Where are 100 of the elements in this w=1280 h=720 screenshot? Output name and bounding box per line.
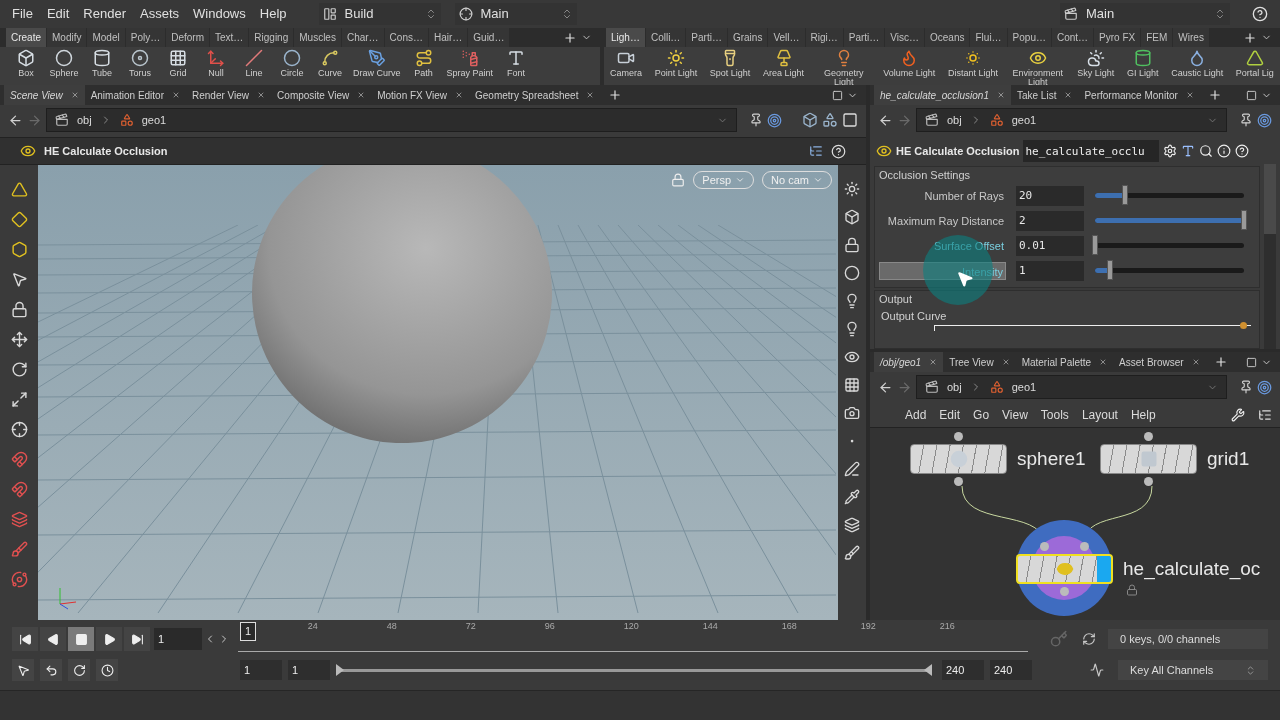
pin-icon[interactable] [1239, 380, 1253, 394]
shelf-tab[interactable]: Popu… [1007, 28, 1051, 47]
menu-item[interactable]: Tools [1040, 405, 1069, 424]
letter-t-icon[interactable] [1181, 144, 1196, 158]
shelf-tab[interactable]: Rigging [249, 28, 294, 47]
help-icon[interactable] [1235, 144, 1250, 158]
menu-item[interactable]: Edit [939, 405, 961, 424]
target-icon[interactable] [767, 112, 782, 128]
back-icon[interactable] [878, 112, 893, 128]
shelf-tool[interactable]: Tube [84, 49, 120, 78]
shelf-tab[interactable]: Rigi… [805, 28, 843, 47]
shelf-tab[interactable]: Grains [727, 28, 768, 47]
pin-icon[interactable] [749, 113, 763, 127]
refresh-icon[interactable] [1082, 632, 1096, 646]
context-dropdown[interactable]: Main [454, 3, 577, 25]
range-slider[interactable] [336, 663, 932, 677]
play-button[interactable] [96, 627, 122, 651]
path-segment[interactable]: geo1 [1011, 378, 1037, 396]
shelf-tool[interactable]: GI Light [1125, 49, 1161, 78]
menu-item[interactable]: Edit [46, 4, 70, 24]
shelf-tab[interactable]: Poly… [125, 28, 166, 47]
shelf-tool[interactable]: Distant Light [946, 49, 1001, 78]
add-tab-icon[interactable] [1207, 88, 1222, 102]
target-icon[interactable] [1257, 112, 1272, 128]
lock-icon[interactable] [10, 301, 28, 318]
slider-thumb[interactable] [1121, 185, 1128, 205]
cube-icon[interactable] [802, 112, 818, 128]
shelf-tool[interactable]: Spot Light [707, 49, 753, 78]
shelf-tool[interactable]: Curve [312, 49, 348, 78]
pane-tab[interactable]: Scene View [4, 85, 85, 105]
pane-layout-icon[interactable] [1246, 89, 1257, 101]
close-icon[interactable] [70, 91, 79, 99]
node-label[interactable]: sphere1 [1017, 449, 1086, 468]
lock-icon[interactable] [844, 237, 860, 253]
shelf-tab[interactable]: FEM [1141, 28, 1173, 47]
network-node[interactable] [910, 444, 1007, 474]
node-label[interactable]: grid1 [1207, 449, 1250, 468]
shelf-tool[interactable]: Grid [160, 49, 196, 78]
layers-icon[interactable] [844, 517, 860, 533]
path-segment[interactable]: obj [77, 111, 92, 129]
shelf-tab[interactable]: Hair… [428, 28, 468, 47]
pointer-icon[interactable] [10, 271, 28, 288]
close-icon[interactable] [1001, 358, 1010, 366]
desktop-dropdown[interactable]: Build [318, 3, 441, 25]
menu-item[interactable]: Add [905, 405, 927, 424]
pane-tab[interactable]: he_calculate_occlusion1 [874, 85, 1011, 105]
curve-icon[interactable] [1090, 663, 1104, 677]
shelf-tab[interactable]: Parti… [843, 28, 885, 47]
close-icon[interactable] [586, 91, 595, 99]
shelf-tab[interactable]: Visc… [885, 28, 924, 47]
key-mode-dropdown[interactable]: Key All Channels [1118, 660, 1268, 680]
parameter-label[interactable]: Surface Offset [879, 236, 1006, 255]
play-reverse-button[interactable] [40, 627, 66, 651]
shelf-tab[interactable]: Parti… [686, 28, 727, 47]
path-field[interactable]: obj geo1 [46, 108, 737, 132]
wrench-icon[interactable] [1231, 407, 1245, 422]
shelf-tool[interactable]: Line [236, 49, 272, 78]
menu-item[interactable]: Help [259, 4, 287, 24]
path-segment[interactable]: obj [947, 378, 962, 396]
diamond-icon[interactable] [10, 211, 28, 228]
range-start-field[interactable]: 1 [288, 660, 330, 680]
parameter-label[interactable]: Maximum Ray Distance [879, 211, 1006, 230]
shelf-tab[interactable]: Text… [209, 28, 249, 47]
bulb-icon[interactable] [844, 293, 860, 309]
eye-icon[interactable] [844, 349, 860, 365]
shelf-tab[interactable]: Colli… [645, 28, 686, 47]
shelf-tool[interactable]: Sphere [46, 49, 82, 78]
path-segment[interactable]: geo1 [141, 111, 167, 129]
shelf-tab[interactable]: Wires [1173, 28, 1209, 47]
menu-item[interactable]: Help [1130, 405, 1156, 424]
shelf-tool[interactable]: Null [198, 49, 234, 78]
grid-icon[interactable] [844, 377, 860, 393]
move-icon[interactable] [10, 331, 28, 348]
parameter-label[interactable]: Number of Rays [879, 186, 1006, 205]
frame-field[interactable]: 1 [154, 628, 202, 650]
slider-thumb[interactable] [1092, 235, 1098, 255]
shelf-tool[interactable]: Font [498, 49, 535, 78]
add-tab-icon[interactable] [1213, 355, 1228, 369]
parameter-field[interactable]: 2 [1016, 210, 1084, 231]
sun-icon[interactable] [844, 181, 860, 197]
slider-thumb[interactable] [1241, 210, 1247, 230]
stop-button[interactable] [68, 627, 94, 651]
menu-item[interactable]: Go [973, 405, 990, 424]
back-icon[interactable] [8, 112, 23, 128]
close-icon[interactable] [455, 91, 463, 99]
rotate-icon[interactable] [10, 361, 28, 378]
ramp-editor[interactable] [934, 325, 1251, 331]
back-icon[interactable] [878, 379, 893, 395]
pointer-button[interactable] [12, 659, 34, 681]
bulb-icon[interactable] [844, 321, 860, 337]
triangle-icon[interactable] [10, 181, 28, 198]
end-frame-field[interactable]: 240 [990, 660, 1032, 680]
shelf-tool[interactable]: Circle [274, 49, 310, 78]
menu-item[interactable]: View [1002, 405, 1028, 424]
range-handle[interactable] [336, 664, 344, 676]
add-tab-icon[interactable] [563, 30, 577, 45]
handles-icon[interactable] [809, 144, 823, 158]
shelf-tool[interactable]: Draw Curve [350, 49, 404, 78]
shelf-tool[interactable]: Area Light [761, 49, 807, 78]
shelf-tab[interactable]: Ligh… [606, 28, 645, 47]
